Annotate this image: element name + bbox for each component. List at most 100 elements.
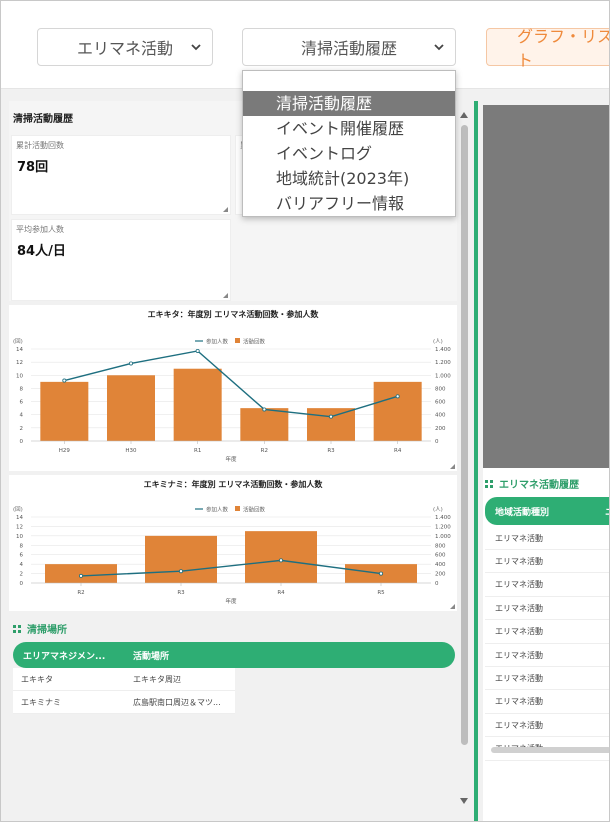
y-axis-right-unit: (人)	[433, 506, 443, 513]
scrollbar-thumb[interactable]	[461, 125, 468, 745]
y-tick-right: 400	[435, 562, 446, 568]
y-tick-right: 200	[435, 426, 446, 432]
x-tick-label: R4	[277, 590, 285, 596]
bar	[245, 531, 317, 583]
scroll-up-icon[interactable]	[460, 112, 468, 118]
table-row[interactable]: エリマネ活動	[485, 714, 609, 738]
line-point	[395, 394, 400, 399]
table-cell: エリマネ活動	[495, 673, 543, 683]
y-tick-right: 600	[435, 400, 446, 406]
column-header-area[interactable]: エリアマネジメン...	[23, 649, 105, 662]
bar	[145, 535, 217, 583]
y-tick-right: 1.000	[435, 534, 451, 540]
x-tick-label: R1	[194, 448, 201, 454]
dropdown-option[interactable]: バリアフリー情報	[243, 191, 455, 216]
grid-icon	[485, 479, 493, 488]
left-vertical-scrollbar[interactable]	[457, 109, 472, 809]
table-row[interactable]: エリマネ活動	[485, 597, 609, 621]
y-axis-right-unit: (人)	[433, 338, 443, 345]
y-tick-left: 0	[20, 581, 24, 587]
bar	[40, 381, 89, 441]
legend-label: 活動回数	[243, 506, 266, 514]
dropdown-option[interactable]: イベントログ	[243, 141, 455, 166]
column-header-place[interactable]: 活動場所	[133, 649, 169, 662]
legend-label: 参加人数	[206, 338, 229, 346]
kpi-label: 平均参加人数	[16, 225, 64, 234]
table-row[interactable]: エキミナミ 広島駅南口周辺＆マツ...	[13, 691, 235, 714]
table-row[interactable]: エリマネ活動	[485, 550, 609, 574]
y-axis-left-unit: (回)	[13, 338, 23, 345]
dropdown-option[interactable]: イベント開催履歴	[243, 116, 455, 141]
table-cell: エリマネ活動	[495, 627, 543, 637]
resize-handle[interactable]	[450, 464, 455, 469]
table-row[interactable]: エリマネ活動	[485, 527, 609, 550]
y-tick-right: 800	[435, 386, 446, 392]
table-cell: エキキタ周辺	[133, 674, 181, 684]
grid-icon	[13, 624, 21, 633]
dropdown-option[interactable]: 地域統計(2023年)	[243, 166, 455, 191]
area-select[interactable]: エリマネ活動	[37, 28, 213, 66]
resize-handle[interactable]	[223, 207, 228, 212]
bar	[173, 368, 222, 441]
table-row[interactable]: エキキタ エキキタ周辺	[13, 668, 235, 691]
y-tick-right: 1.400	[435, 515, 451, 521]
scroll-down-icon[interactable]	[460, 798, 468, 804]
column-header-activity-type[interactable]: 地域活動種別	[495, 505, 549, 518]
table-row[interactable]: エリマネ活動	[485, 573, 609, 597]
view-select-dropdown: 清掃活動履歴 イベント開催履歴 イベントログ 地域統計(2023年) バリアフリ…	[242, 70, 456, 217]
x-tick-label: R2	[77, 590, 84, 596]
legend-label: 活動回数	[243, 338, 266, 346]
dropdown-option[interactable]: 清掃活動履歴	[243, 91, 455, 116]
right-section-title: エリマネ活動履歴	[485, 476, 579, 491]
right-section-title-text: エリマネ活動履歴	[499, 480, 579, 491]
graph-list-toggle[interactable]: グラフ・リスト	[486, 27, 609, 70]
right-horizontal-scrollbar[interactable]	[491, 747, 609, 753]
x-tick-label: H30	[125, 448, 137, 454]
chart-ekiminami-svg: 参加人数 活動回数 (回) (人) 0 0 2 200 4 400 6 600 8 800 10 1.000 1…	[13, 506, 451, 606]
resize-handle[interactable]	[450, 604, 455, 609]
y-tick-right: 1.200	[435, 360, 451, 366]
line-point	[195, 348, 200, 353]
x-tick-label: R5	[377, 590, 385, 596]
y-tick-left: 6	[20, 553, 24, 559]
cleaning-places-title: 清掃場所	[13, 621, 67, 636]
y-tick-right: 200	[435, 572, 446, 578]
y-tick-left: 2	[20, 426, 24, 432]
y-tick-right: 0	[435, 439, 439, 445]
x-axis-label: 年度	[225, 455, 237, 463]
y-tick-right: 600	[435, 553, 446, 559]
table-cell: エキミナミ	[21, 697, 61, 707]
legend-bar-swatch	[235, 338, 240, 343]
graph-list-toggle-label: グラフ・リスト	[517, 27, 610, 70]
y-tick-left: 10	[16, 373, 23, 379]
y-tick-right: 800	[435, 543, 446, 549]
kpi-label: 累計活動回数	[16, 141, 64, 150]
y-tick-left: 12	[16, 524, 23, 530]
y-tick-left: 0	[20, 439, 24, 445]
divider-accent	[474, 101, 478, 821]
y-tick-left: 2	[20, 572, 24, 578]
table-row[interactable]: エリマネ活動	[485, 644, 609, 667]
view-select[interactable]: 清掃活動履歴	[242, 28, 456, 66]
table-row[interactable]: エリマネ活動	[485, 667, 609, 691]
table-row[interactable]: エリマネ活動	[485, 620, 609, 644]
map-placeholder	[483, 105, 609, 468]
chevron-down-icon	[434, 44, 444, 51]
right-table-header: 地域活動種別 ニ	[485, 497, 609, 525]
table-cell: エリマネ活動	[495, 650, 543, 660]
y-axis-left-unit: (回)	[13, 506, 23, 513]
y-tick-left: 4	[20, 413, 24, 419]
bar	[307, 408, 355, 441]
y-tick-left: 10	[16, 534, 23, 540]
column-header-truncated[interactable]: ニ	[605, 505, 609, 518]
kpi-avg-participants: 平均参加人数 84人/日	[11, 219, 231, 301]
table-cell: エリマネ活動	[495, 697, 543, 707]
y-tick-right: 0	[435, 581, 439, 587]
cleaning-table-header: エリアマネジメン... 活動場所	[13, 642, 455, 668]
y-tick-right: 1.200	[435, 524, 451, 530]
chart-ekikita: エキキタ：年度別 エリマネ活動回数・参加人数 参加人数 活動回数 (回) (人) 0 0 2…	[9, 305, 457, 471]
table-row[interactable]: エリマネ活動	[485, 690, 609, 714]
kpi-value: 78回	[17, 160, 49, 175]
resize-handle[interactable]	[223, 293, 228, 298]
area-select-value: エリマネ活動	[76, 39, 173, 58]
